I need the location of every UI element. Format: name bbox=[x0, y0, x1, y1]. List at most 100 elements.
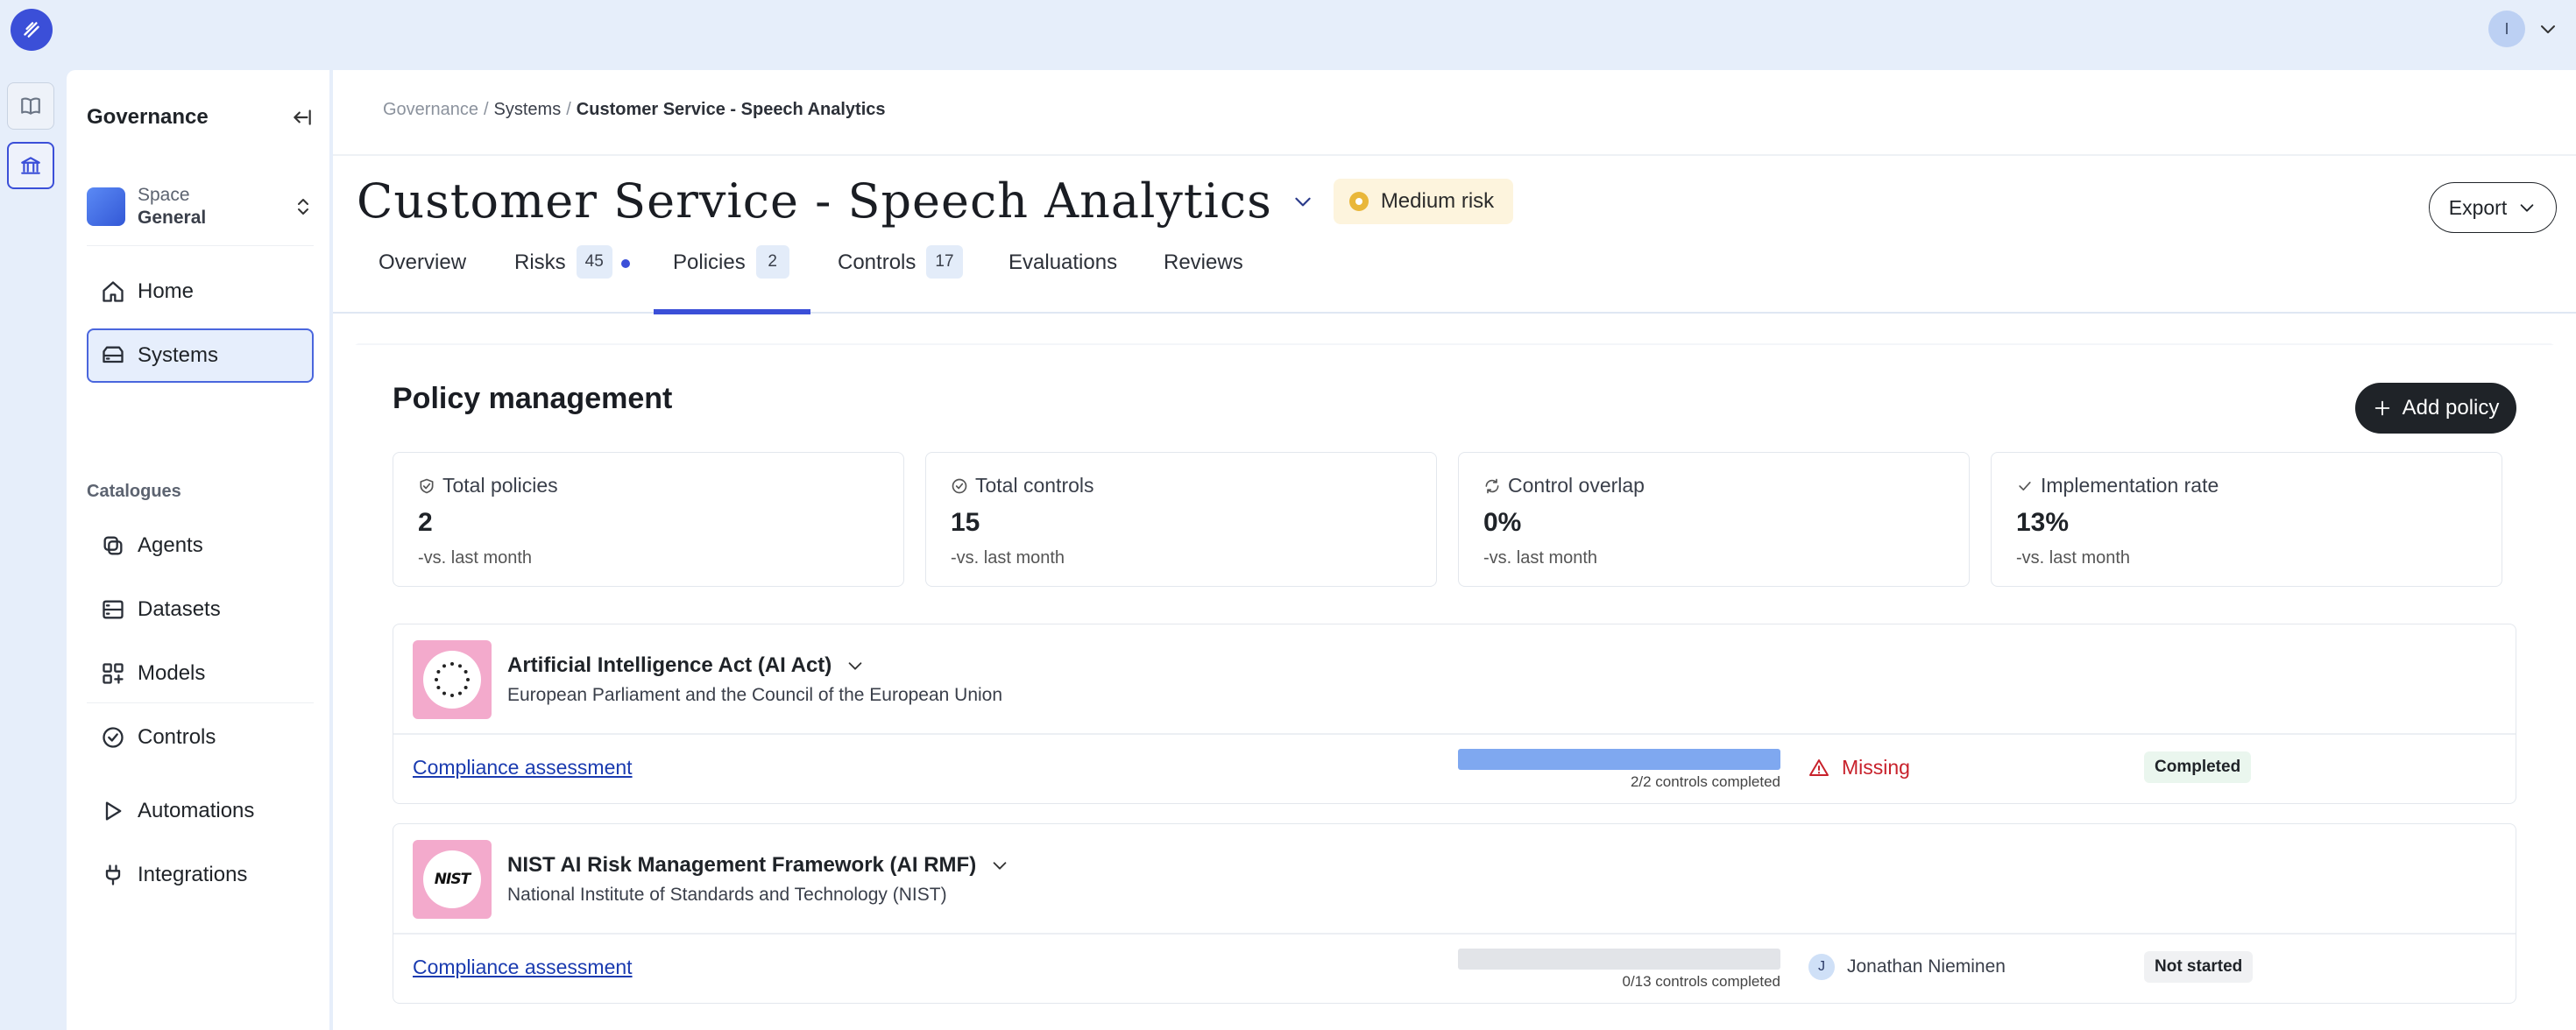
tab-label: Policies bbox=[673, 250, 746, 274]
space-switcher[interactable]: Space General bbox=[87, 173, 314, 240]
tab-policies[interactable]: Policies 2 bbox=[654, 236, 810, 314]
sidebar-item-label: Agents bbox=[138, 533, 203, 557]
stat-value: 2 bbox=[418, 508, 433, 537]
chevron-down-icon bbox=[2541, 25, 2555, 33]
space-name: General bbox=[138, 208, 207, 228]
chevron-down-icon[interactable] bbox=[990, 856, 1009, 875]
stat-card-total-controls: Total controls 15 -vs. last month bbox=[925, 452, 1437, 587]
sidebar-title: Governance bbox=[87, 105, 209, 129]
stat-card-control-overlap: Control overlap 0% -vs. last month bbox=[1458, 452, 1970, 587]
stat-label: Implementation rate bbox=[2041, 474, 2219, 497]
tab-risks[interactable]: Risks 45 bbox=[514, 236, 630, 314]
check-circle-icon bbox=[952, 478, 967, 493]
shield-icon bbox=[420, 478, 434, 493]
risk-badge-label: Medium risk bbox=[1380, 188, 1495, 213]
governance-rail-button[interactable] bbox=[7, 142, 54, 189]
check-icon bbox=[2019, 481, 2031, 490]
nist-logo: NIST bbox=[413, 840, 492, 919]
tab-bar: Overview Risks 45 Policies 2 Controls 17… bbox=[333, 236, 2576, 314]
app-logo[interactable] bbox=[11, 9, 53, 51]
sidebar-item-label: Systems bbox=[138, 343, 219, 367]
collapse-sidebar-icon[interactable] bbox=[291, 106, 314, 129]
stat-trend: -vs. last month bbox=[1483, 548, 1598, 568]
breadcrumb-current: Customer Service - Speech Analytics bbox=[576, 100, 886, 119]
sidebar-item-label: Integrations bbox=[138, 863, 248, 886]
sidebar-item-datasets[interactable]: Datasets bbox=[87, 582, 314, 637]
sidebar-item-systems[interactable]: Systems bbox=[87, 328, 314, 383]
space-logo bbox=[87, 187, 125, 226]
tab-label: Evaluations bbox=[1008, 250, 1118, 274]
breadcrumb-governance[interactable]: Governance bbox=[383, 100, 478, 120]
progress-text: 0/13 controls completed bbox=[1622, 973, 1781, 990]
tab-controls[interactable]: Controls 17 bbox=[838, 236, 963, 314]
stat-card-implementation-rate: Implementation rate 13% -vs. last month bbox=[1991, 452, 2502, 587]
user-menu[interactable]: I bbox=[2488, 11, 2558, 47]
controls-icon bbox=[103, 727, 124, 748]
divider bbox=[393, 933, 2516, 935]
stat-trend: -vs. last month bbox=[951, 548, 1065, 568]
sidebar-item-automations[interactable]: Automations bbox=[87, 784, 314, 838]
divider bbox=[393, 733, 2516, 735]
policy-name: NIST AI Risk Management Framework (AI RM… bbox=[507, 853, 977, 877]
tab-overview[interactable]: Overview bbox=[379, 236, 491, 314]
policy-publisher: European Parliament and the Council of t… bbox=[507, 685, 1003, 705]
add-policy-button[interactable]: Add policy bbox=[2355, 383, 2516, 434]
divider bbox=[87, 245, 314, 246]
plus-icon bbox=[2374, 400, 2389, 416]
section-title: Policy management bbox=[393, 382, 673, 415]
sidebar-item-agents[interactable]: Agents bbox=[87, 519, 314, 573]
tab-reviews[interactable]: Reviews bbox=[1164, 236, 1243, 314]
sidebar-item-integrations[interactable]: Integrations bbox=[87, 848, 314, 902]
nist-logo-text: NIST bbox=[434, 871, 471, 888]
tab-evaluations[interactable]: Evaluations bbox=[1008, 236, 1117, 314]
compliance-assessment-link[interactable]: Compliance assessment bbox=[413, 956, 633, 979]
status-missing: Missing bbox=[1808, 756, 1910, 780]
divider bbox=[333, 154, 2576, 156]
systems-icon bbox=[103, 346, 124, 363]
sidebar-item-label: Home bbox=[138, 279, 195, 303]
stat-value: 0% bbox=[1483, 508, 1522, 537]
sidebar-item-controls[interactable]: Controls bbox=[87, 710, 314, 765]
chevron-down-icon[interactable] bbox=[846, 656, 865, 675]
chevron-down-icon[interactable] bbox=[1292, 190, 1314, 213]
export-label: Export bbox=[2448, 195, 2508, 219]
breadcrumb-systems[interactable]: Systems bbox=[494, 100, 562, 120]
tab-label: Controls bbox=[838, 250, 916, 274]
tab-label: Reviews bbox=[1164, 250, 1243, 274]
assignee-name: Jonathan Nieminen bbox=[1847, 956, 2006, 977]
models-icon bbox=[103, 663, 124, 684]
compliance-assessment-link[interactable]: Compliance assessment bbox=[413, 756, 633, 780]
space-label: Space bbox=[138, 185, 190, 205]
policy-name: Artificial Intelligence Act (AI Act) bbox=[507, 653, 832, 677]
progress-fill bbox=[1458, 749, 1780, 770]
tab-count: 45 bbox=[576, 245, 612, 279]
sidebar-item-models[interactable]: Models bbox=[87, 646, 314, 701]
agents-icon bbox=[103, 536, 123, 555]
tab-label: Overview bbox=[379, 250, 467, 274]
breadcrumb-separator: / bbox=[566, 100, 571, 119]
stat-label: Control overlap bbox=[1508, 474, 1645, 497]
play-icon bbox=[105, 801, 122, 821]
divider bbox=[87, 702, 314, 703]
sidebar: Governance Space General Home Systems Ca… bbox=[67, 70, 329, 1030]
progress-text: 2/2 controls completed bbox=[1630, 773, 1780, 790]
docs-rail-button[interactable] bbox=[7, 82, 54, 130]
eu-stars-icon bbox=[435, 662, 470, 697]
sidebar-item-home[interactable]: Home bbox=[87, 265, 314, 319]
policy-card: Artificial Intelligence Act (AI Act) Eur… bbox=[393, 624, 2516, 804]
stat-label: Total controls bbox=[975, 474, 1094, 497]
assignee[interactable]: J Jonathan Nieminen bbox=[1808, 954, 2006, 980]
main-content: Governance / Systems / Customer Service … bbox=[333, 70, 2576, 1030]
tab-label: Risks bbox=[514, 250, 566, 274]
stat-trend: -vs. last month bbox=[418, 548, 533, 568]
home-icon bbox=[103, 281, 124, 302]
warning-icon bbox=[1809, 758, 1829, 776]
status-label: Missing bbox=[1842, 756, 1910, 779]
page-header: Customer Service - Speech Analytics Medi… bbox=[357, 173, 1514, 229]
section-label-catalogues: Catalogues bbox=[87, 482, 181, 501]
sidebar-header: Governance bbox=[87, 100, 314, 135]
breadcrumb-separator: / bbox=[483, 100, 489, 119]
add-policy-label: Add policy bbox=[2402, 396, 2500, 420]
policy-publisher: National Institute of Standards and Tech… bbox=[507, 885, 947, 905]
export-button[interactable]: Export bbox=[2429, 182, 2557, 233]
